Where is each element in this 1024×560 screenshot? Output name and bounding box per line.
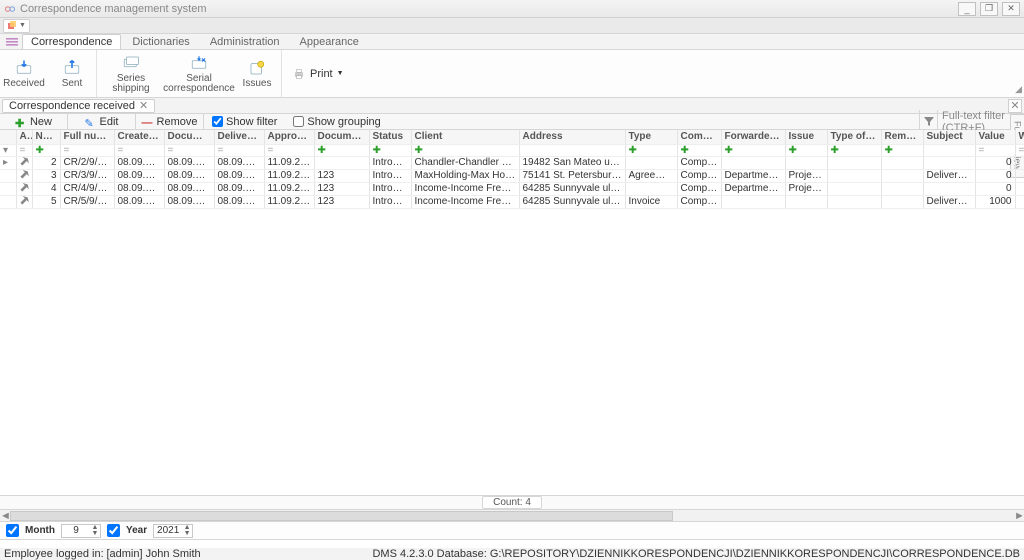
issues-label: Issues <box>243 79 272 89</box>
document-tab-received[interactable]: Correspondence received ✕ <box>2 99 155 113</box>
sent-label: Sent <box>62 79 83 89</box>
show-grouping-label: Show grouping <box>307 116 380 128</box>
print-label: Print <box>310 68 333 80</box>
year-label: Year <box>126 525 147 536</box>
app-icon <box>4 3 16 15</box>
col-status[interactable]: Status <box>369 130 411 144</box>
ribbon-tab-correspondence[interactable]: Correspondence <box>22 34 121 49</box>
sent-button[interactable]: Sent <box>48 50 96 97</box>
scroll-right-icon[interactable]: ► <box>1014 510 1024 522</box>
maximize-button[interactable]: ❐ <box>980 2 998 16</box>
app-title: Correspondence management system <box>20 3 206 15</box>
month-stepper[interactable]: ▲▼ <box>61 524 101 538</box>
col-addr[interactable]: Address <box>519 130 625 144</box>
col-client[interactable]: Client <box>411 130 519 144</box>
row-edit-icon[interactable] <box>18 195 31 206</box>
edit-button[interactable]: ✎ Edit <box>68 114 136 129</box>
month-label: Month <box>25 525 55 536</box>
col-subj[interactable]: Subject <box>923 130 975 144</box>
series-shipping-button[interactable]: Series shipping <box>97 50 165 97</box>
chevron-down-icon: ▼ <box>337 70 344 77</box>
table-row[interactable]: 5CR/5/9/202108.09.202108.09.202108.09.20… <box>0 195 1024 208</box>
ribbon-tabs: Correspondence Dictionaries Administrati… <box>0 34 1024 50</box>
col-full[interactable]: Full number <box>60 130 114 144</box>
col-fwd[interactable]: Forwarded to <box>721 130 785 144</box>
received-button[interactable]: Received <box>0 50 48 97</box>
col-issue[interactable]: Issue <box>785 130 827 144</box>
col-rem[interactable]: Remarks <box>881 130 923 144</box>
status-db-info: DMS 4.2.3.0 Database: G:\REPOSITORY\DZIE… <box>372 548 1020 560</box>
grid-count-bar: Count: 4 <box>0 496 1024 510</box>
received-label: Received <box>3 79 45 89</box>
edit-label: Edit <box>100 116 119 128</box>
table-row[interactable]: 4CR/4/9/202108.09.202108.09.202108.09.20… <box>0 182 1024 195</box>
close-button[interactable]: ✕ <box>1002 2 1020 16</box>
document-tab-close-icon[interactable]: ✕ <box>139 99 148 112</box>
year-enable-checkbox[interactable] <box>107 524 120 537</box>
col-doc[interactable]: Document .. <box>164 130 214 144</box>
status-bar: Employee logged in: [admin] John Smith D… <box>0 548 1024 560</box>
pencil-icon: ✎ <box>85 117 95 127</box>
col-type[interactable]: Type <box>625 130 677 144</box>
col-create[interactable]: Create date <box>114 130 164 144</box>
row-edit-icon[interactable] <box>18 182 31 193</box>
table-row[interactable]: ▸2CR/2/9/202108.09.202108.09.202108.09.2… <box>0 156 1024 169</box>
month-enable-checkbox[interactable] <box>6 524 19 537</box>
ribbon-tab-appearance[interactable]: Appearance <box>291 34 368 49</box>
ribbon-tab-administration[interactable]: Administration <box>201 34 289 49</box>
show-filter-checkbox[interactable]: Show filter <box>204 116 285 128</box>
grid-filter-row[interactable]: ▾ = ✚ == == = ✚ ✚ ✚ ✚ ✚ ✚ ✚ ✚ <box>0 144 1024 156</box>
grid-count: Count: 4 <box>482 496 542 509</box>
bottom-filter-bar: Month ▲▼ Year ▲▼ <box>0 522 1024 540</box>
scroll-thumb[interactable] <box>10 511 673 521</box>
quick-access-dropdown[interactable]: ▼ <box>3 19 30 33</box>
series-label: Series shipping <box>98 74 164 94</box>
minus-icon: — <box>142 117 152 127</box>
document-tab-label: Correspondence received <box>9 100 135 112</box>
col-num[interactable]: Num.. <box>32 130 60 144</box>
col-company[interactable]: Company <box>677 130 721 144</box>
horizontal-scrollbar[interactable]: ◄ ► <box>0 510 1024 522</box>
table-row[interactable]: 3CR/3/9/202108.09.202108.09.202108.09.20… <box>0 169 1024 182</box>
document-tabs: Correspondence received ✕ ✕ <box>0 98 1024 114</box>
ribbon-menu-icon[interactable] <box>4 34 20 49</box>
new-button[interactable]: ✚ New <box>0 114 68 129</box>
col-deliv[interactable]: Delivery d.. <box>214 130 264 144</box>
status-login-user: [admin] John Smith <box>106 548 200 560</box>
plus-icon: ✚ <box>15 117 25 127</box>
ribbon-tab-dictionaries[interactable]: Dictionaries <box>123 34 198 49</box>
col-attach[interactable]: At.. <box>16 130 32 144</box>
minimize-button[interactable]: _ <box>958 2 976 16</box>
show-filter-label: Show filter <box>226 116 277 128</box>
print-dropdown[interactable]: Print ▼ <box>282 50 354 97</box>
col-appr[interactable]: Approval d.. <box>264 130 314 144</box>
new-label: New <box>30 116 52 128</box>
year-stepper[interactable]: ▲▼ <box>153 524 193 538</box>
show-grouping-checkbox[interactable]: Show grouping <box>285 116 388 128</box>
issues-button[interactable]: Issues <box>233 50 281 97</box>
title-bar: Correspondence management system _ ❐ ✕ <box>0 0 1024 18</box>
col-dn[interactable]: Document number <box>314 130 369 144</box>
grid-header-row: At.. Num.. Full number Create date Docum… <box>0 130 1024 144</box>
col-val[interactable]: Value <box>975 130 1015 144</box>
status-login-label: Employee logged in: <box>4 548 104 560</box>
remove-button[interactable]: — Remove <box>136 114 204 129</box>
scroll-left-icon[interactable]: ◄ <box>0 510 10 522</box>
remove-label: Remove <box>157 116 198 128</box>
col-wt[interactable]: Weight <box>1015 130 1024 144</box>
row-edit-icon[interactable] <box>18 156 31 167</box>
col-tod[interactable]: Type of delivery <box>827 130 881 144</box>
quick-access-bar: ▼ <box>0 18 1024 34</box>
serial-label: Serial correspondence <box>163 74 235 94</box>
ribbon-expand-icon[interactable]: ◢ <box>1015 84 1022 95</box>
grid: At.. Num.. Full number Create date Docum… <box>0 130 1024 496</box>
ribbon: Received Sent Series shipping Serial cor… <box>0 50 1024 98</box>
workspace: Full Preview ✚New ✎Edit —Remove Show fil… <box>0 114 1024 548</box>
serial-correspondence-button[interactable]: Serial correspondence <box>165 50 233 97</box>
grid-toolbar: ✚ New ✎ Edit — Remove Show filter Show grou… <box>0 114 1024 130</box>
row-edit-icon[interactable] <box>18 169 31 180</box>
